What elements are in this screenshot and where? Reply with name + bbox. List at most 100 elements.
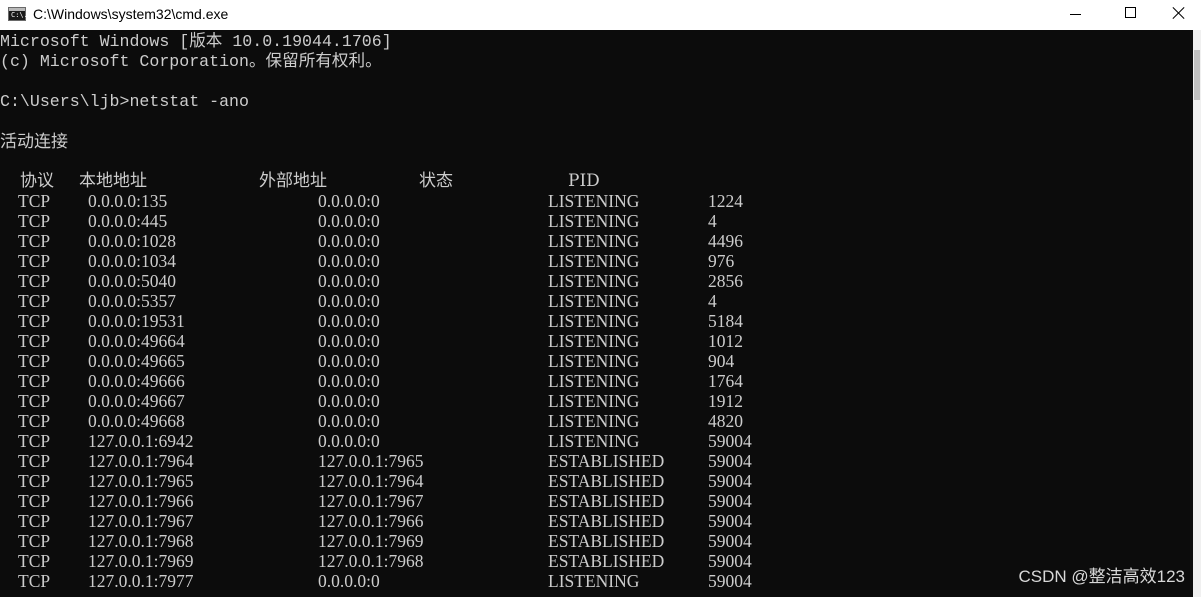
row-state: LISTENING [548, 231, 640, 251]
row-pid: 1224 [708, 191, 743, 211]
row-foreign-address: 0.0.0.0:0 [318, 231, 380, 251]
row-state: ESTABLISHED [548, 451, 665, 471]
row-local-address: 127.0.0.1:6942 [88, 431, 194, 451]
row-proto: TCP [18, 191, 51, 211]
table-row: TCP 127.0.0.1:7964 127.0.0.1:7965 ESTABLISH… [0, 451, 1193, 471]
row-proto: TCP [18, 511, 51, 531]
table-row: TCP 0.0.0.0:135 0.0.0.0:0 LISTENING 1224 [0, 191, 1193, 211]
row-local-address: 0.0.0.0:49665 [88, 351, 185, 371]
row-state: LISTENING [548, 351, 640, 371]
header-proto: 协议 [20, 171, 54, 191]
row-state: LISTENING [548, 211, 640, 231]
close-button[interactable] [1155, 0, 1201, 30]
row-foreign-address: 0.0.0.0:0 [318, 371, 380, 391]
table-row: TCP 127.0.0.1:7977 0.0.0.0:0 LISTENING 59004 [0, 571, 1193, 591]
row-state: LISTENING [548, 191, 640, 211]
row-pid: 976 [708, 251, 735, 271]
cmd-icon[interactable]: C:\. [8, 7, 28, 21]
row-state: LISTENING [548, 291, 640, 311]
row-proto: TCP [18, 471, 51, 491]
row-local-address: 0.0.0.0:49664 [88, 331, 185, 351]
row-local-address: 0.0.0.0:5040 [88, 271, 176, 291]
row-proto: TCP [18, 211, 51, 231]
row-local-address: 0.0.0.0:19531 [88, 311, 185, 331]
row-proto: TCP [18, 291, 51, 311]
row-foreign-address: 0.0.0.0:0 [318, 571, 380, 591]
row-pid: 59004 [708, 511, 752, 531]
row-state: ESTABLISHED [548, 531, 665, 551]
row-state: LISTENING [548, 251, 640, 271]
table-row: TCP 0.0.0.0:5040 0.0.0.0:0 LISTENING 2856 [0, 271, 1193, 291]
row-local-address: 0.0.0.0:1028 [88, 231, 176, 251]
row-proto: TCP [18, 491, 51, 511]
banner-copyright-line: (c) Microsoft Corporation。保留所有权利。 [0, 52, 382, 71]
cmd-icon-text: C:\. [11, 11, 28, 19]
row-foreign-address: 0.0.0.0:0 [318, 351, 380, 371]
table-row: TCP 0.0.0.0:1034 0.0.0.0:0 LISTENING 976 [0, 251, 1193, 271]
table-row: TCP 127.0.0.1:7967 127.0.0.1:7966 ESTABLISH… [0, 511, 1193, 531]
row-pid: 2856 [708, 271, 743, 291]
row-pid: 59004 [708, 451, 752, 471]
row-pid: 59004 [708, 491, 752, 511]
minimize-button[interactable] [1053, 0, 1099, 30]
table-row: TCP 0.0.0.0:49665 0.0.0.0:0 LISTENING 904 [0, 351, 1193, 371]
row-pid: 5184 [708, 311, 743, 331]
row-proto: TCP [18, 571, 51, 591]
console-output[interactable]: Microsoft Windows [版本 10.0.19044.1706] (… [0, 30, 1193, 597]
row-pid: 59004 [708, 571, 752, 591]
row-pid: 59004 [708, 551, 752, 571]
header-local-address: 本地地址 [79, 171, 147, 191]
row-local-address: 0.0.0.0:135 [88, 191, 168, 211]
row-foreign-address: 0.0.0.0:0 [318, 431, 380, 451]
csdn-watermark: CSDN @整洁高效123 [1018, 567, 1185, 586]
row-state: LISTENING [548, 271, 640, 291]
row-pid: 4 [708, 291, 717, 311]
row-local-address: 0.0.0.0:49666 [88, 371, 185, 391]
row-foreign-address: 0.0.0.0:0 [318, 251, 380, 271]
row-pid: 1912 [708, 391, 743, 411]
row-local-address: 0.0.0.0:49668 [88, 411, 185, 431]
header-foreign-address: 外部地址 [259, 171, 327, 191]
row-proto: TCP [18, 431, 51, 451]
header-state: 状态 [419, 171, 453, 191]
row-state: ESTABLISHED [548, 471, 665, 491]
row-foreign-address: 0.0.0.0:0 [318, 311, 380, 331]
table-row: TCP 0.0.0.0:49666 0.0.0.0:0 LISTENING 1764 [0, 371, 1193, 391]
scrollbar-thumb[interactable] [1194, 50, 1200, 100]
row-local-address: 127.0.0.1:7968 [88, 531, 194, 551]
row-state: ESTABLISHED [548, 491, 665, 511]
table-row: TCP 0.0.0.0:1028 0.0.0.0:0 LISTENING 4496 [0, 231, 1193, 251]
cmd-window: C:\. C:\Windows\system32\cmd.exe Microso… [0, 0, 1201, 597]
row-proto: TCP [18, 311, 51, 331]
row-state: LISTENING [548, 411, 640, 431]
row-proto: TCP [18, 251, 51, 271]
row-foreign-address: 0.0.0.0:0 [318, 411, 380, 431]
maximize-button[interactable] [1107, 0, 1153, 30]
row-foreign-address: 0.0.0.0:0 [318, 291, 380, 311]
row-foreign-address: 0.0.0.0:0 [318, 191, 380, 211]
row-pid: 4496 [708, 231, 743, 251]
table-row: TCP 0.0.0.0:445 0.0.0.0:0 LISTENING 4 [0, 211, 1193, 231]
row-proto: TCP [18, 231, 51, 251]
row-foreign-address: 127.0.0.1:7968 [318, 551, 424, 571]
banner-version-line: Microsoft Windows [版本 10.0.19044.1706] [0, 32, 392, 51]
title-bar[interactable]: C:\. C:\Windows\system32\cmd.exe [0, 0, 1201, 30]
row-local-address: 0.0.0.0:1034 [88, 251, 176, 271]
table-row: TCP 127.0.0.1:6942 0.0.0.0:0 LISTENING 59004 [0, 431, 1193, 451]
header-pid: PID [568, 171, 600, 191]
row-foreign-address: 127.0.0.1:7966 [318, 511, 424, 531]
row-pid: 904 [708, 351, 735, 371]
row-pid: 59004 [708, 471, 752, 491]
row-proto: TCP [18, 411, 51, 431]
maximize-icon [1125, 7, 1136, 18]
row-proto: TCP [18, 331, 51, 351]
row-foreign-address: 127.0.0.1:7965 [318, 451, 424, 471]
row-pid: 4820 [708, 411, 743, 431]
table-row: TCP 0.0.0.0:49664 0.0.0.0:0 LISTENING 1012 [0, 331, 1193, 351]
vertical-scrollbar[interactable] [1193, 30, 1201, 597]
row-pid: 59004 [708, 531, 752, 551]
row-state: LISTENING [548, 431, 640, 451]
row-state: LISTENING [548, 331, 640, 351]
row-pid: 1012 [708, 331, 743, 351]
row-foreign-address: 127.0.0.1:7967 [318, 491, 424, 511]
